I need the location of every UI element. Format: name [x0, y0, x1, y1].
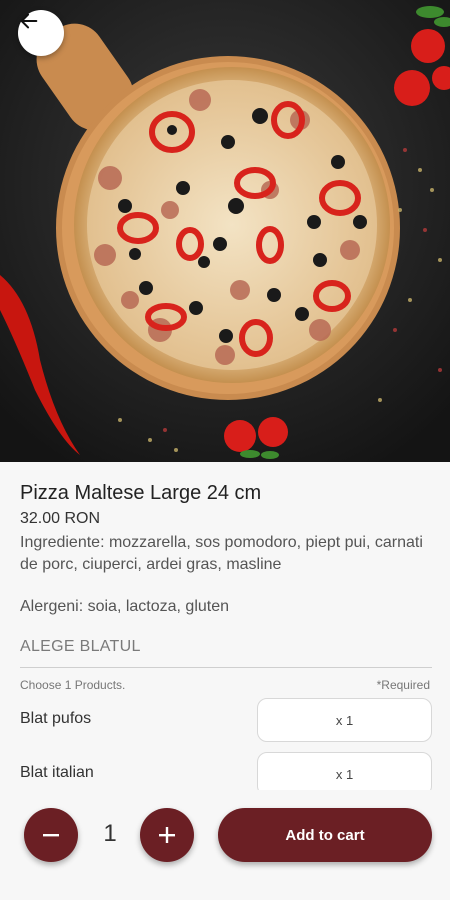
required-hint: *Required — [376, 678, 430, 692]
option-label-blat-pufos: Blat pufos — [20, 710, 92, 727]
back-button[interactable] — [18, 10, 64, 56]
section-divider — [20, 667, 432, 668]
product-image — [0, 0, 450, 462]
options-heading: ALEGE BLATUL — [20, 638, 141, 655]
product-ingredients: Ingrediente: mozzarella, sos pomodoro, p… — [20, 534, 423, 573]
minus-icon — [43, 834, 59, 837]
product-title: Pizza Maltese Large 24 cm — [20, 482, 262, 504]
product-price: 32.00 RON — [20, 510, 101, 527]
plus-icon — [159, 827, 175, 843]
choose-hint: Choose 1 Products. — [20, 678, 126, 692]
arrow-left-icon — [20, 13, 38, 29]
decrease-quantity-button[interactable] — [24, 808, 78, 862]
add-to-cart-button[interactable]: Add to cart — [218, 808, 432, 862]
option-label-blat-italian: Blat italian — [20, 764, 94, 781]
quantity-value: 1 — [103, 820, 117, 847]
option-blat-pufos-quantity[interactable]: x 1 — [257, 698, 432, 742]
increase-quantity-button[interactable] — [140, 808, 194, 862]
pizza-photo — [0, 0, 450, 462]
cart-bar: 1 Add to cart — [0, 790, 450, 900]
product-allergens: Alergeni: soia, lactoza, gluten — [20, 598, 230, 615]
